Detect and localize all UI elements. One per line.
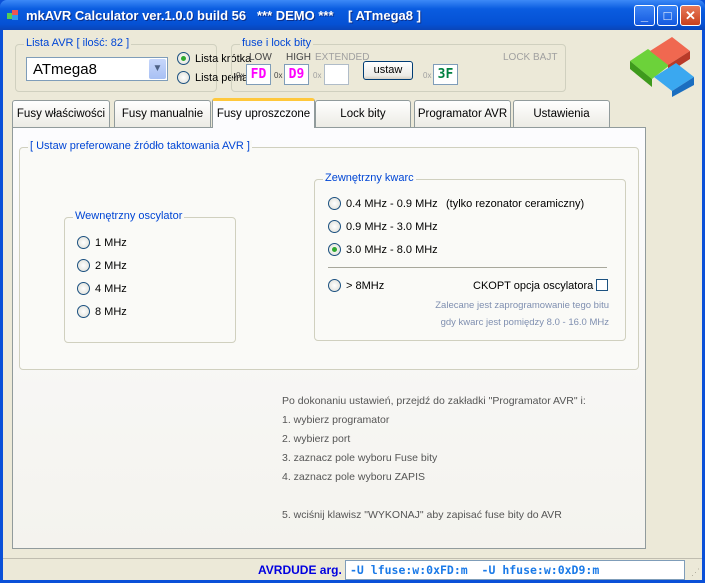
avr-select-value: ATmega8 [33,61,97,78]
window-title: mkAVR Calculator ver.1.0.0 build 56 *** … [26,8,421,23]
radio-external-above-8[interactable]: > 8MHz [328,279,384,292]
radio-label: 0.4 MHz - 0.9 MHz [346,197,438,210]
radio-icon [77,259,90,272]
radio-label: 1 MHz [95,236,127,249]
fuse-group-label: fuse i lock bity [240,37,314,49]
instruction-intro: Po dokonaniu ustawień, przejdź do zakład… [282,395,586,407]
radio-icon [77,282,90,295]
avrdude-args-field[interactable]: -U lfuse:w:0xFD:m -U hfuse:w:0xD9:m [345,560,685,580]
radio-internal-1mhz[interactable]: 1 MHz [77,236,127,249]
tab-fusy-manualnie[interactable]: Fusy manualnie [114,100,211,127]
instruction-step: 1. wybierz programator [282,414,390,426]
radio-label: 2 MHz [95,259,127,272]
radio-external-0-4-0-9[interactable]: 0.4 MHz - 0.9 MHz [328,197,438,210]
instruction-step: 4. zaznacz pole wyboru ZAPIS [282,471,425,483]
radio-label: > 8MHz [346,279,385,292]
app-logo-icon [630,37,694,97]
radio-label: 3.0 MHz - 8.0 MHz [346,243,438,256]
maximize-button[interactable]: □ [657,5,678,26]
avr-list-label: Lista AVR [ ilość: 82 ] [24,37,132,49]
radio-icon [177,71,190,84]
radio-label: 4 MHz [95,282,127,295]
lock-byte-input[interactable]: 3F [433,64,458,85]
ceramic-note: (tylko rezonator ceramiczny) [446,198,585,210]
radio-external-3-0-8-0[interactable]: 3.0 MHz - 8.0 MHz [328,243,438,256]
tab-lock-bity[interactable]: Lock bity [315,100,411,127]
lock-prefix: 0x [423,71,432,80]
close-button[interactable]: ✕ [680,5,701,26]
radio-label: 8 MHz [95,305,127,318]
radio-label: 0.9 MHz - 3.0 MHz [346,220,438,233]
clock-source-label: [ Ustaw preferowane źródło taktowania AV… [28,140,252,152]
ckopt-label: CKOPT opcja oscylatora [473,280,594,292]
app-icon [7,10,18,20]
instruction-step: 2. wybierz port [282,433,351,445]
radio-internal-2mhz[interactable]: 2 MHz [77,259,127,272]
tab-ustawienia[interactable]: Ustawienia [513,100,610,127]
internal-oscillator-label: Wewnętrzny oscylator [73,210,185,222]
avrdude-args-label: AVRDUDE arg. [258,563,342,577]
instruction-step: 5. wciśnij klawisz "WYKONAJ" aby zapisać… [282,509,562,521]
low-prefix: 0x [236,71,245,80]
chevron-down-icon[interactable]: ▼ [149,59,166,79]
tab-fusy-uproszczone[interactable]: Fusy uproszczone [212,98,315,128]
ext-prefix: 0x [313,71,322,80]
avr-select[interactable]: ATmega8 ▼ [26,57,168,81]
radio-icon [328,197,341,210]
radio-icon [77,236,90,249]
resize-grip-icon[interactable]: ⋰ [691,567,700,578]
lock-label: LOCK BAJT [503,52,558,63]
external-crystal-label: Zewnętrzny kwarc [323,172,416,184]
ckopt-note-1: Zalecane jest zaprogramowanie tego bitu [435,300,609,311]
radio-icon [328,243,341,256]
high-prefix: 0x [274,71,283,80]
extended-fuse-input[interactable] [324,64,349,85]
radio-icon [328,220,341,233]
high-label: HIGH [286,52,311,63]
ckopt-note-2: gdy kwarc jest pomiędzy 8.0 - 16.0 MHz [440,317,609,328]
radio-internal-4mhz[interactable]: 4 MHz [77,282,127,295]
radio-icon [177,52,190,65]
tab-fusy-wlasciwosci[interactable]: Fusy właściwości [12,100,110,127]
set-fuses-button[interactable]: ustaw [363,61,413,80]
low-label: LOW [249,52,272,63]
high-fuse-input[interactable]: D9 [284,64,309,85]
extended-label: EXTENDED [315,52,370,63]
status-bar: AVRDUDE arg. -U lfuse:w:0xFD:m -U hfuse:… [3,558,702,580]
tab-programator-avr[interactable]: Programator AVR [414,100,511,127]
radio-internal-8mhz[interactable]: 8 MHz [77,305,127,318]
low-fuse-input[interactable]: FD [246,64,271,85]
radio-icon [328,279,341,292]
instruction-step: 3. zaznacz pole wyboru Fuse bity [282,452,438,464]
separator [328,267,607,268]
minimize-button[interactable]: _ [634,5,655,26]
radio-icon [77,305,90,318]
radio-external-0-9-3-0[interactable]: 0.9 MHz - 3.0 MHz [328,220,438,233]
title-bar[interactable]: mkAVR Calculator ver.1.0.0 build 56 *** … [0,0,705,30]
ckopt-checkbox[interactable] [596,279,608,291]
